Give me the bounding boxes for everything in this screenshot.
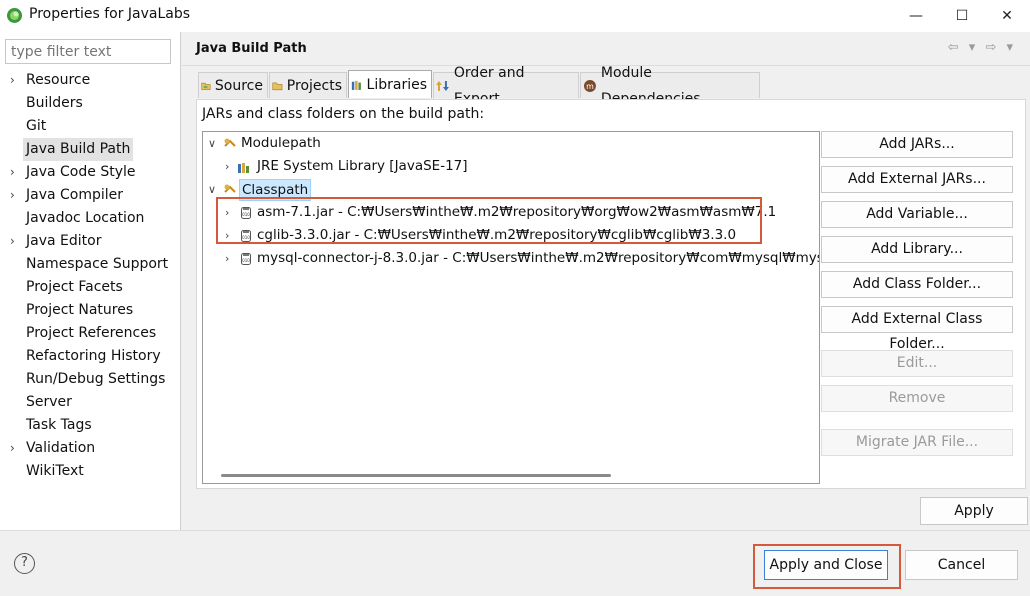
- libraries-icon: [351, 80, 361, 90]
- back-forward-nav[interactable]: ⇦ ▾ ⇨ ▾: [948, 40, 1016, 55]
- chevron-right-icon[interactable]: ›: [10, 230, 22, 253]
- sidebar-item-validation[interactable]: › Validation: [0, 437, 181, 460]
- sidebar-item-java-compiler[interactable]: › Java Compiler: [0, 184, 181, 207]
- classpath-icon: [224, 184, 236, 193]
- apply-button[interactable]: Apply: [920, 497, 1028, 525]
- add-library-button[interactable]: Add Library...: [821, 236, 1013, 263]
- chevron-right-icon[interactable]: ›: [225, 155, 237, 178]
- sidebar-item-project-facets[interactable]: Project Facets: [0, 276, 181, 299]
- sidebar-item-refactoring-history[interactable]: Refactoring History: [0, 345, 181, 368]
- minimize-button[interactable]: —: [893, 0, 939, 32]
- edit-button[interactable]: Edit...: [821, 350, 1013, 377]
- annotation-highlight-box: [216, 197, 762, 244]
- window-title: Properties for JavaLabs: [29, 6, 191, 22]
- sidebar-item-server[interactable]: Server: [0, 391, 181, 414]
- add-external-jars-button[interactable]: Add External JARs...: [821, 166, 1013, 193]
- close-button[interactable]: ✕: [984, 0, 1030, 32]
- sidebar-item-project-references[interactable]: Project References: [0, 322, 181, 345]
- add-variable-button[interactable]: Add Variable...: [821, 201, 1013, 228]
- sidebar-item-java-code-style[interactable]: › Java Code Style: [0, 161, 181, 184]
- sidebar-item-namespace-support[interactable]: Namespace Support: [0, 253, 181, 276]
- order-export-icon: [436, 80, 449, 91]
- sidebar-item-javadoc-location[interactable]: Javadoc Location: [0, 207, 181, 230]
- apply-and-close-button[interactable]: Apply and Close: [764, 550, 888, 580]
- chevron-right-icon[interactable]: ›: [10, 161, 22, 184]
- horizontal-scrollbar[interactable]: [221, 474, 611, 477]
- chevron-right-icon[interactable]: ›: [10, 437, 22, 460]
- sidebar-item-task-tags[interactable]: Task Tags: [0, 414, 181, 437]
- sidebar-item-git[interactable]: Git: [0, 115, 181, 138]
- help-icon[interactable]: ?: [14, 553, 35, 574]
- migrate-jar-button[interactable]: Migrate JAR File...: [821, 429, 1013, 456]
- add-class-folder-button[interactable]: Add Class Folder...: [821, 271, 1013, 298]
- svg-text:m: m: [586, 81, 594, 90]
- chevron-right-icon[interactable]: ›: [225, 247, 237, 270]
- tab-source[interactable]: Source: [198, 72, 268, 98]
- minimize-icon: —: [909, 8, 923, 24]
- remove-button[interactable]: Remove: [821, 385, 1013, 412]
- close-icon: ✕: [1001, 8, 1013, 24]
- eclipse-app-icon: [7, 8, 22, 23]
- filter-input[interactable]: [5, 39, 171, 64]
- module-icon: m: [583, 79, 596, 92]
- title-bar: Properties for JavaLabs — ☐ ✕: [0, 0, 1030, 32]
- sidebar-item-builders[interactable]: Builders: [0, 92, 181, 115]
- jre-library-icon: [238, 163, 249, 173]
- sidebar-item-resource[interactable]: › Resource: [0, 69, 181, 92]
- dialog-footer: ? Apply and Close Cancel: [0, 530, 1030, 596]
- sidebar-item-wikitext[interactable]: WikiText: [0, 460, 181, 483]
- jar-icon: 010: [241, 253, 251, 265]
- maximize-icon: ☐: [955, 8, 969, 24]
- add-external-class-folder-button[interactable]: Add External Class Folder...: [821, 306, 1013, 352]
- sidebar-item-java-editor[interactable]: › Java Editor: [0, 230, 181, 253]
- panel-label: JARs and class folders on the build path…: [202, 106, 485, 122]
- properties-sidebar: › Resource Builders Git Java Build Path …: [0, 32, 181, 530]
- svg-text:010: 010: [242, 258, 250, 263]
- add-jars-button[interactable]: Add JARs...: [821, 131, 1013, 158]
- build-path-page: Java Build Path ⇦ ▾ ⇨ ▾ Source Projects …: [182, 32, 1030, 530]
- page-title: Java Build Path: [196, 41, 307, 56]
- tab-libraries[interactable]: Libraries: [348, 70, 432, 98]
- libraries-panel: JARs and class folders on the build path…: [196, 99, 1026, 489]
- chevron-right-icon[interactable]: ›: [10, 184, 22, 207]
- projects-folder-icon: [272, 82, 283, 90]
- sidebar-item-java-build-path[interactable]: Java Build Path: [0, 138, 181, 161]
- tab-module-dependencies[interactable]: m Module Dependencies: [580, 65, 760, 107]
- build-path-tree[interactable]: ∨ Modulepath › JRE System Library [JavaS…: [202, 131, 820, 484]
- maximize-button[interactable]: ☐: [939, 0, 985, 32]
- tab-order-and-export[interactable]: Order and Export: [433, 65, 579, 107]
- chevron-down-icon[interactable]: ∨: [208, 132, 220, 155]
- chevron-right-icon[interactable]: ›: [10, 69, 22, 92]
- sidebar-item-run-debug-settings[interactable]: Run/Debug Settings: [0, 368, 181, 391]
- source-folder-icon: [201, 82, 211, 90]
- tab-projects[interactable]: Projects: [269, 72, 347, 98]
- modulepath-icon: [224, 138, 236, 147]
- cancel-button[interactable]: Cancel: [905, 550, 1018, 580]
- sidebar-item-project-natures[interactable]: Project Natures: [0, 299, 181, 322]
